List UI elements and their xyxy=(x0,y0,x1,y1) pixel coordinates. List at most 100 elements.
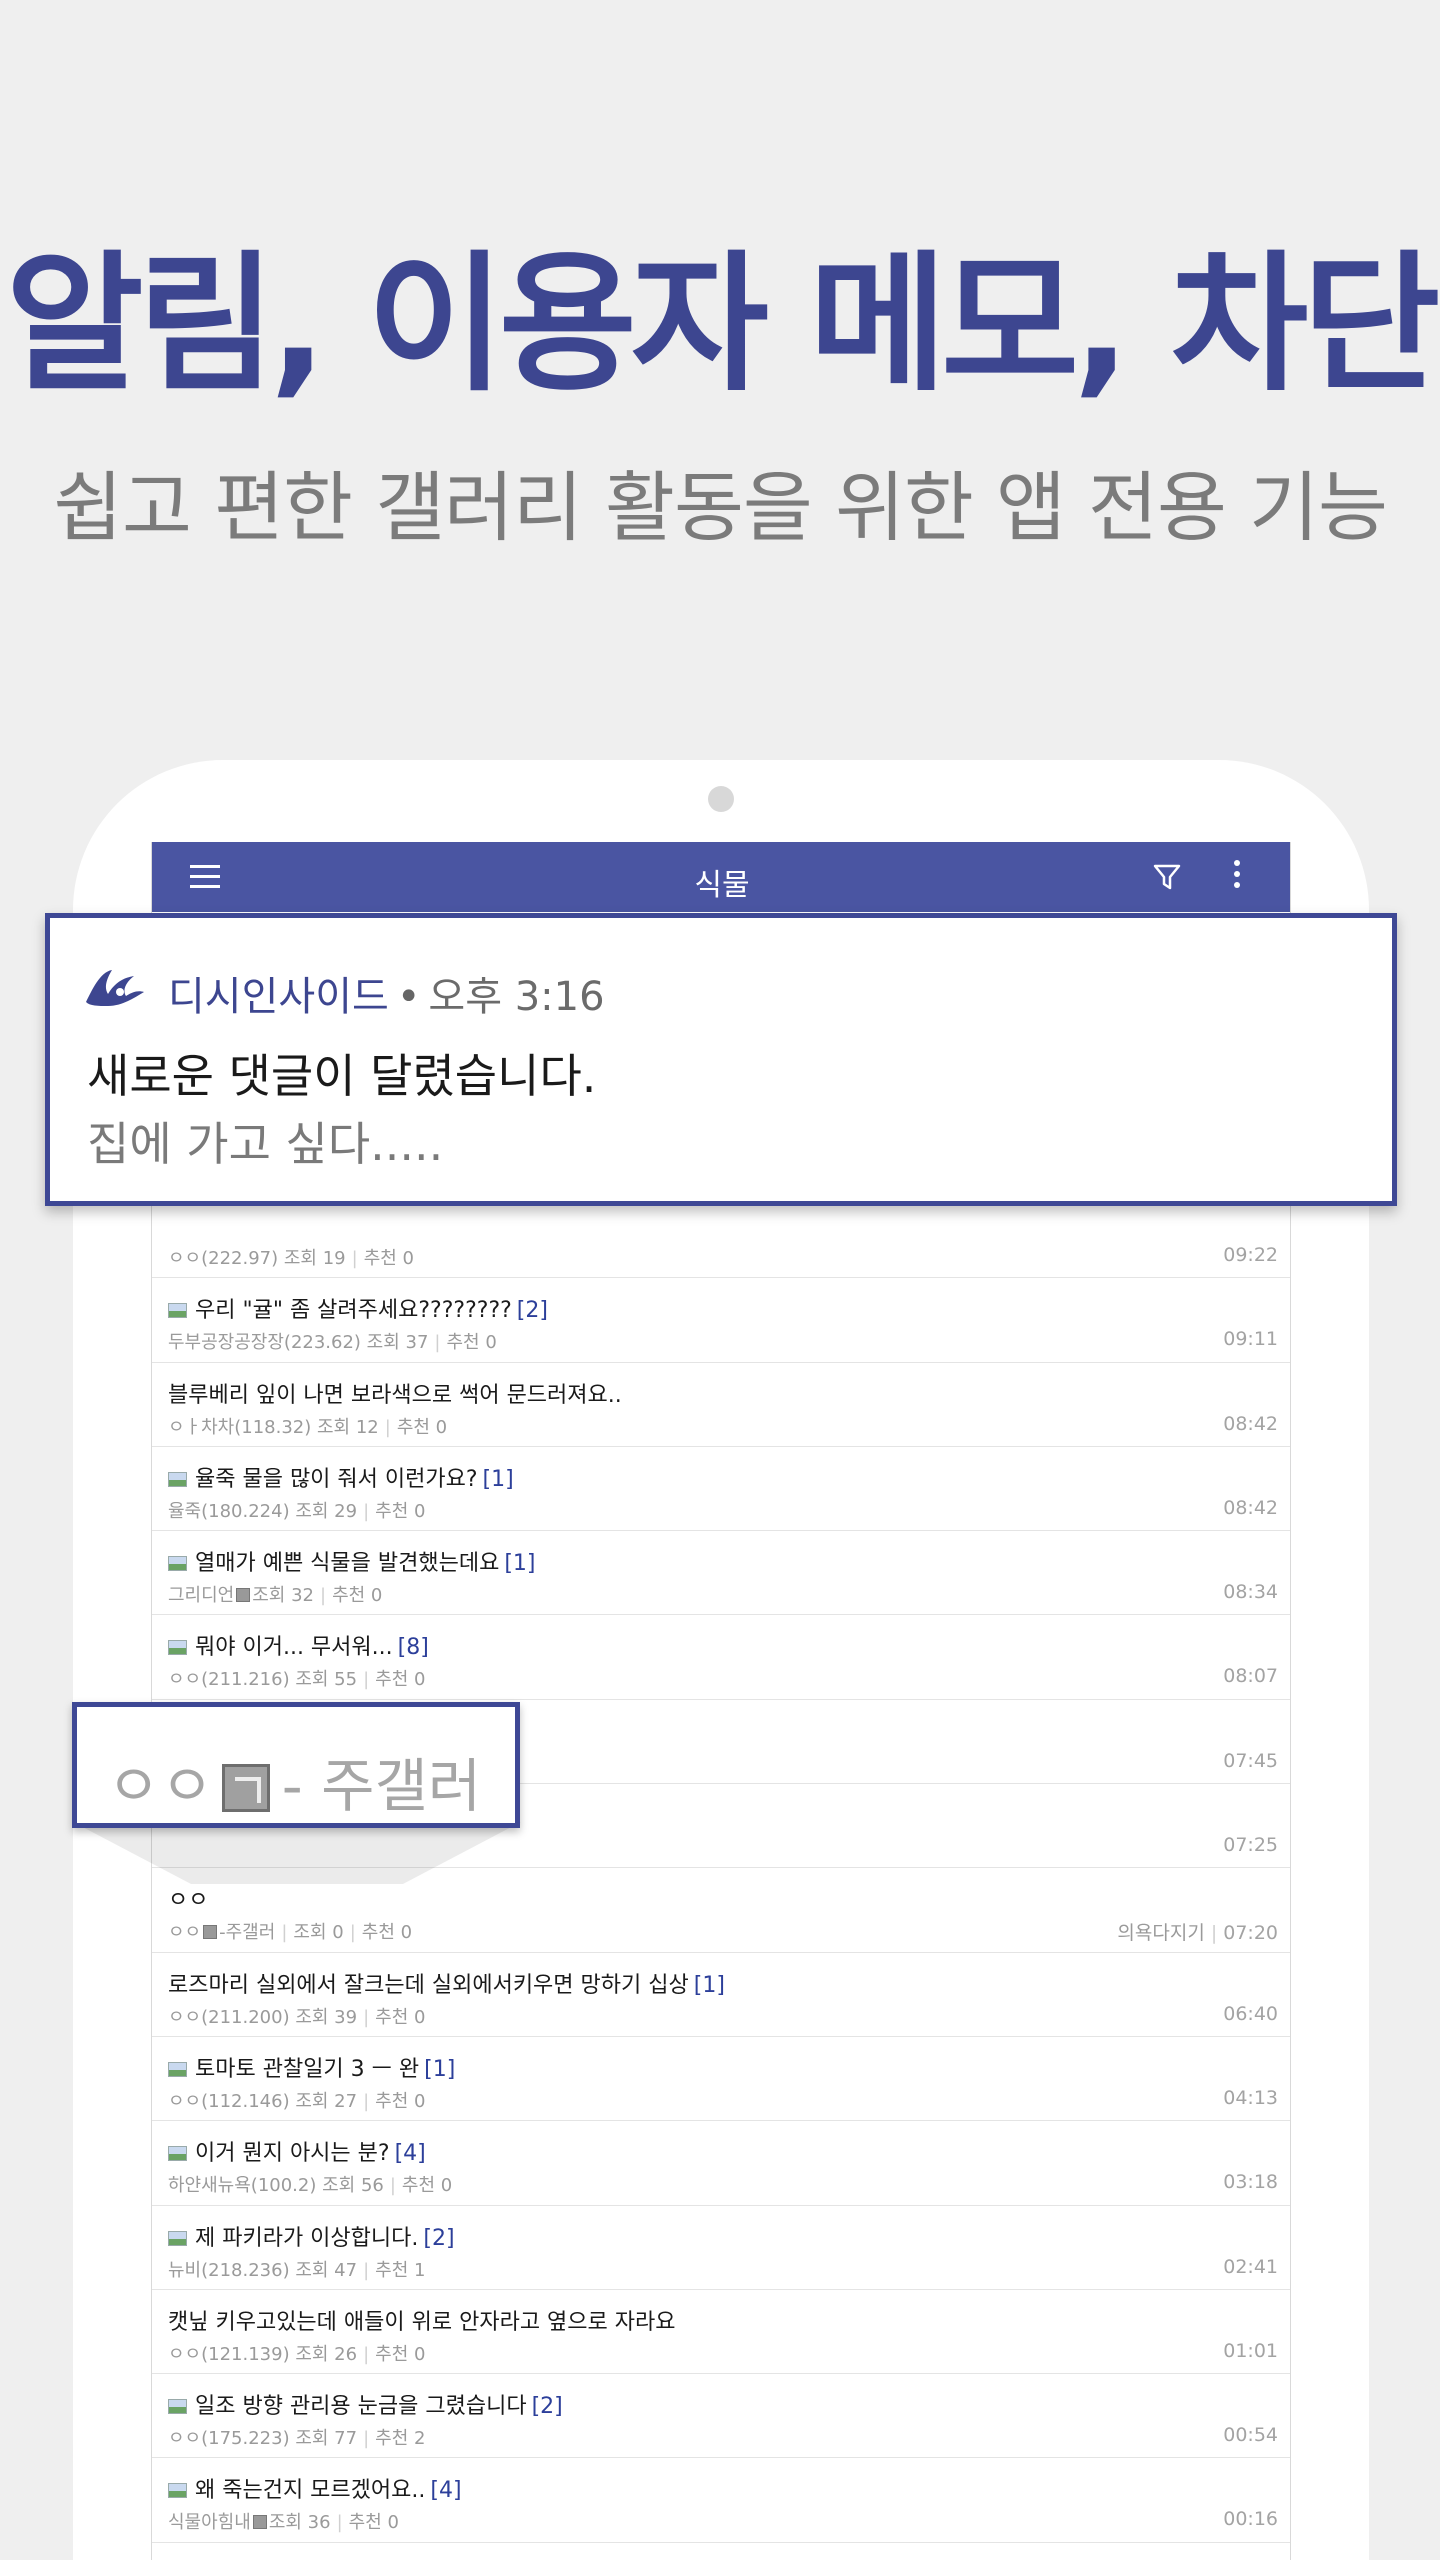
camera-icon xyxy=(708,786,734,812)
meta-divider: | xyxy=(434,1332,441,1354)
image-attached-icon xyxy=(168,2061,187,2077)
post-extra-label: 의욕다지기 xyxy=(1117,1922,1205,1945)
post-title xyxy=(168,1208,173,1233)
image-attached-icon xyxy=(168,2483,187,2499)
post-time: 의욕다지기 | 07:20 xyxy=(1117,1918,1278,1945)
post-time-value: 06:40 xyxy=(1223,2002,1278,2025)
post-title-text: 로즈마리 실외에서 잘크는데 실외에서키우면 망하기 십상 xyxy=(168,1972,689,1998)
gallery-badge-icon xyxy=(203,1925,218,1940)
post-row[interactable]: 로즈마리 실외에서 잘크는데 실외에서키우면 망하기 십상 [1] ㅇㅇ(211.2… xyxy=(152,1953,1290,2037)
post-title: 율죽 물을 많이 줘서 이런가요? [1] xyxy=(168,1461,514,1493)
post-row[interactable]: 열매가 예쁜 식물을 발견했는데요 [1] 그리디언 조회 32 | 추천 0 08:34 xyxy=(152,1531,1290,1616)
image-attached-icon xyxy=(168,1471,187,1487)
post-title-text: 토마토 관찰일기 3 ㅡ 완 xyxy=(195,2056,420,2082)
post-row[interactable]: 후피향나무새순,루드베키아꽃이 예쁘게폈네요~ xyxy=(152,2543,1290,2560)
post-time-value: 08:07 xyxy=(1223,1665,1278,1688)
post-recommend: 추천 1 xyxy=(375,2259,426,2281)
post-time: 06:40 xyxy=(1223,2003,1278,2025)
post-row[interactable]: 율죽 물을 많이 줘서 이런가요? [1] 율죽(180.224) 조회 29 | 추천… xyxy=(152,1447,1290,1532)
post-title-text: 캣닢 키우고있는데 애들이 위로 안자라고 옆으로 자라요 xyxy=(168,2309,676,2335)
post-row[interactable]: 캣닢 키우고있는데 애들이 위로 안자라고 옆으로 자라요 ㅇㅇ(121.139)… xyxy=(152,2290,1290,2375)
post-author-views: 그리디언 xyxy=(168,1585,235,1607)
post-row[interactable]: 이거 뭔지 아시는 분? [4] 하얀새뉴욕(100.2) 조회 56 | 추천 0 03… xyxy=(152,2121,1290,2206)
post-time: 08:34 xyxy=(1223,1581,1278,1603)
post-author-views: ㅇㅏ차차(118.32) 조회 12 xyxy=(168,1416,379,1438)
post-author-views: 하얀새뉴욕(100.2) 조회 56 xyxy=(168,2175,384,2197)
post-title-text: 제 파키라가 이상합니다. xyxy=(195,2225,419,2251)
notification-separator: • xyxy=(396,974,421,1020)
comment-count: [2] xyxy=(423,2225,455,2251)
comment-count: [1] xyxy=(482,1466,514,1492)
post-author-views: ㅇㅇ xyxy=(168,1922,202,1944)
post-title: 캣닢 키우고있는데 애들이 위로 안자라고 옆으로 자라요 xyxy=(168,2304,680,2336)
post-meta: ㅇㅇ(222.97) 조회 19 | 추천 0 xyxy=(168,1244,414,1270)
hero-subtitle: 쉽고 편한 갤러리 활동을 위한 앱 전용 기능 xyxy=(53,463,1388,552)
post-recommend: 추천 0 xyxy=(375,1500,426,1522)
post-recommend: 추천 0 xyxy=(375,1669,426,1691)
post-recommend: 추천 0 xyxy=(375,2343,426,2365)
notification-app-name: 디시인사이드 xyxy=(168,974,389,1020)
post-recommend: 추천 2 xyxy=(375,2428,426,2450)
post-author-views: 뉴비(218.236) 조회 47 xyxy=(168,2259,358,2281)
image-attached-icon xyxy=(168,2230,187,2246)
post-recommend: 추천 0 xyxy=(401,2175,453,2197)
post-title-text: 뭐야 이거... 무서워... xyxy=(195,1635,393,1661)
post-time-value: 07:45 xyxy=(1223,1749,1278,1772)
post-title: 우리 "귤" 좀 살려주세요???????? [2] xyxy=(168,1292,548,1324)
post-time-value: 08:42 xyxy=(1223,1412,1278,1435)
post-author-views: ㅇㅇ(211.216) 조회 55 xyxy=(168,1669,358,1691)
post-title-text: ㅇㅇ xyxy=(168,1888,209,1914)
meta-divider: | xyxy=(351,1248,358,1269)
post-time: 03:18 xyxy=(1223,2171,1278,2193)
post-row[interactable]: 우리 "귤" 좀 살려주세요???????? [2] 두부공장공장장(223.62)… xyxy=(152,1278,1290,1363)
post-meta: ㅇㅇ(211.200) 조회 39 | 추천 0 xyxy=(168,2003,425,2029)
post-time: 01:01 xyxy=(1223,2340,1278,2362)
gallery-badge-icon xyxy=(221,1764,270,1812)
notification-time: 오후 3:16 xyxy=(428,974,605,1020)
comment-count: [4] xyxy=(430,2478,462,2504)
post-title: 토마토 관찰일기 3 ㅡ 완 [1] xyxy=(168,2051,455,2083)
post-recommend: 추천 0 xyxy=(396,1416,448,1438)
post-time: 00:54 xyxy=(1223,2424,1278,2446)
meta-divider: | xyxy=(363,2343,370,2365)
post-meta-extra: 조회 36 xyxy=(268,2512,331,2534)
post-title: 일조 방향 관리용 눈금을 그렸습니다 [2] xyxy=(168,2388,563,2420)
post-title: ㅇㅇ xyxy=(168,1882,213,1914)
post-title: 이거 뭔지 아시는 분? [4] xyxy=(168,2135,426,2167)
comment-count: [4] xyxy=(394,2141,426,2167)
post-row[interactable]: 일조 방향 관리용 눈금을 그렸습니다 [2] ㅇㅇ(175.223) 조회 77 |… xyxy=(152,2374,1290,2459)
image-attached-icon xyxy=(168,1640,187,1656)
post-recommend: 추천 0 xyxy=(348,2512,399,2534)
hero-title: 알림, 이용자 메모, 차단 xyxy=(5,238,1440,412)
post-row[interactable]: 제 파키라가 이상합니다. [2] 뉴비(218.236) 조회 47 | 추천 1 02… xyxy=(152,2206,1290,2290)
meta-divider: | xyxy=(363,2006,370,2028)
filter-icon[interactable] xyxy=(1150,860,1184,894)
post-meta: ㅇㅇ(112.146) 조회 27 | 추천 0 xyxy=(168,2087,425,2113)
more-vert-icon[interactable] xyxy=(1232,860,1242,894)
post-author-views: 식물아힘내 xyxy=(168,2512,251,2534)
comment-count: [2] xyxy=(516,1298,548,1324)
callout-text: ㅇㅇ - 주갤러 xyxy=(107,1739,481,1823)
post-row[interactable]: 왜 죽는건지 모르겠어요.. [4] 식물아힘내 조회 36 | 추천 0 00:16 xyxy=(152,2458,1290,2543)
post-row[interactable]: 토마토 관찰일기 3 ㅡ 완 [1] ㅇㅇ(112.146) 조회 27 | 추천 0 0… xyxy=(152,2037,1290,2122)
post-time: 02:41 xyxy=(1223,2256,1278,2278)
post-title: 제 파키라가 이상합니다. [2] xyxy=(168,2220,455,2252)
post-recommend: 추천 0 xyxy=(361,1922,413,1944)
meta-divider: | xyxy=(349,1922,356,1944)
post-row[interactable]: 뭐야 이거... 무서워... [8] ㅇㅇ(211.216) 조회 55 | 추천 0… xyxy=(152,1615,1290,1700)
user-memo-callout: ㅇㅇ - 주갤러 xyxy=(72,1702,520,1828)
post-meta: ㅇㅇ(211.216) 조회 55 | 추천 0 xyxy=(168,1665,425,1691)
post-time-value: 08:42 xyxy=(1223,1496,1278,1519)
post-time: 09:22 xyxy=(1223,1244,1278,1266)
post-meta-extra: -주갤러 xyxy=(219,1922,276,1944)
post-meta: ㅇㅏ차차(118.32) 조회 12 | 추천 0 xyxy=(168,1413,447,1439)
meta-divider: | xyxy=(281,1922,288,1944)
post-author-views: 율죽(180.224) 조회 29 xyxy=(168,1500,358,1522)
image-attached-icon xyxy=(168,1556,187,1572)
post-row[interactable]: ㅇㅇ(222.97) 조회 19 | 추천 0 09:22 xyxy=(152,1194,1290,1279)
notification-header: 디시인사이드 • 오후 3:16 xyxy=(168,964,605,1022)
meta-divider: | xyxy=(1210,1922,1218,1945)
post-row[interactable]: 블루베리 잎이 나면 보라색으로 썩어 문드러져요.. ㅇㅏ차차(118.32) … xyxy=(152,1363,1290,1447)
push-notification[interactable]: 디시인사이드 • 오후 3:16 새로운 댓글이 달렸습니다. 집에 가고 싶다..… xyxy=(45,913,1397,1206)
comment-count: [1] xyxy=(504,1551,536,1577)
